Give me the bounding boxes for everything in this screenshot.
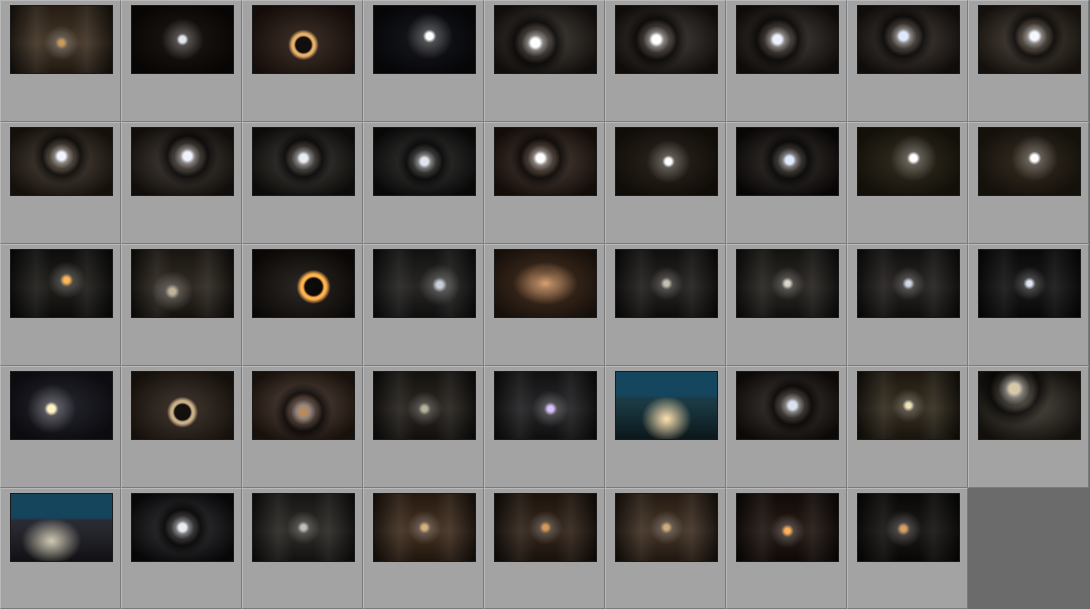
thumbnail-cell[interactable] bbox=[847, 488, 968, 609]
thumbnail-cell[interactable] bbox=[242, 488, 363, 609]
thumbnail-cell[interactable] bbox=[0, 366, 121, 488]
tunnel-thumbnail-image bbox=[252, 493, 355, 562]
tunnel-thumbnail-image bbox=[373, 493, 476, 562]
tunnel-thumbnail-image bbox=[615, 127, 718, 196]
empty-cell bbox=[968, 488, 1089, 609]
tunnel-thumbnail-image bbox=[615, 371, 718, 440]
tunnel-thumbnail-image bbox=[857, 5, 960, 74]
tunnel-thumbnail-image bbox=[10, 249, 113, 318]
tunnel-thumbnail-image bbox=[252, 5, 355, 74]
tunnel-thumbnail-image bbox=[615, 5, 718, 74]
tunnel-thumbnail-image bbox=[373, 5, 476, 74]
thumbnail-cell[interactable] bbox=[242, 122, 363, 244]
thumbnail-cell[interactable] bbox=[121, 0, 242, 122]
thumbnail-cell[interactable] bbox=[0, 0, 121, 122]
thumbnail-cell[interactable] bbox=[0, 122, 121, 244]
tunnel-thumbnail-image bbox=[252, 127, 355, 196]
thumbnail-cell[interactable] bbox=[968, 122, 1089, 244]
thumbnail-cell[interactable] bbox=[847, 122, 968, 244]
tunnel-thumbnail-image bbox=[494, 127, 597, 196]
tunnel-thumbnail-image bbox=[736, 127, 839, 196]
tunnel-thumbnail-image bbox=[494, 493, 597, 562]
thumbnail-cell[interactable] bbox=[605, 244, 726, 366]
tunnel-thumbnail-image bbox=[736, 5, 839, 74]
thumbnail-cell[interactable] bbox=[242, 0, 363, 122]
tunnel-thumbnail-image bbox=[978, 371, 1081, 440]
thumbnail-cell[interactable] bbox=[121, 244, 242, 366]
tunnel-thumbnail-image bbox=[857, 249, 960, 318]
tunnel-thumbnail-image bbox=[10, 127, 113, 196]
tunnel-thumbnail-image bbox=[10, 493, 113, 562]
tunnel-thumbnail-image bbox=[736, 371, 839, 440]
thumbnail-cell[interactable] bbox=[363, 0, 484, 122]
thumbnail-cell[interactable] bbox=[484, 244, 605, 366]
thumbnail-cell[interactable] bbox=[968, 244, 1089, 366]
tunnel-thumbnail-image bbox=[494, 5, 597, 74]
thumbnail-cell[interactable] bbox=[0, 488, 121, 609]
thumbnail-cell[interactable] bbox=[363, 488, 484, 609]
thumbnail-cell[interactable] bbox=[847, 366, 968, 488]
tunnel-thumbnail-image bbox=[252, 249, 355, 318]
thumbnail-cell[interactable] bbox=[726, 0, 847, 122]
thumbnail-cell[interactable] bbox=[363, 122, 484, 244]
tunnel-thumbnail-image bbox=[615, 493, 718, 562]
thumbnail-cell[interactable] bbox=[968, 0, 1089, 122]
tunnel-thumbnail-image bbox=[736, 249, 839, 318]
tunnel-thumbnail-image bbox=[131, 249, 234, 318]
tunnel-thumbnail-image bbox=[615, 249, 718, 318]
tunnel-thumbnail-image bbox=[131, 371, 234, 440]
thumbnail-grid bbox=[0, 0, 1090, 609]
tunnel-thumbnail-image bbox=[857, 371, 960, 440]
thumbnail-cell[interactable] bbox=[121, 122, 242, 244]
thumbnail-cell[interactable] bbox=[726, 488, 847, 609]
tunnel-thumbnail-image bbox=[10, 371, 113, 440]
thumbnail-cell[interactable] bbox=[0, 244, 121, 366]
tunnel-thumbnail-image bbox=[978, 249, 1081, 318]
tunnel-thumbnail-image bbox=[857, 127, 960, 196]
thumbnail-cell[interactable] bbox=[847, 244, 968, 366]
tunnel-thumbnail-image bbox=[373, 127, 476, 196]
thumbnail-cell[interactable] bbox=[726, 122, 847, 244]
thumbnail-cell[interactable] bbox=[484, 488, 605, 609]
tunnel-thumbnail-image bbox=[857, 493, 960, 562]
tunnel-thumbnail-image bbox=[978, 5, 1081, 74]
thumbnail-cell[interactable] bbox=[121, 366, 242, 488]
tunnel-thumbnail-image bbox=[10, 5, 113, 74]
thumbnail-cell[interactable] bbox=[363, 244, 484, 366]
thumbnail-cell[interactable] bbox=[726, 244, 847, 366]
tunnel-thumbnail-image bbox=[494, 249, 597, 318]
thumbnail-cell[interactable] bbox=[605, 122, 726, 244]
thumbnail-cell[interactable] bbox=[484, 0, 605, 122]
tunnel-thumbnail-image bbox=[736, 493, 839, 562]
tunnel-thumbnail-image bbox=[978, 127, 1081, 196]
tunnel-thumbnail-image bbox=[131, 5, 234, 74]
thumbnail-cell[interactable] bbox=[121, 488, 242, 609]
tunnel-thumbnail-image bbox=[252, 371, 355, 440]
thumbnail-cell[interactable] bbox=[605, 488, 726, 609]
thumbnail-cell[interactable] bbox=[363, 366, 484, 488]
tunnel-thumbnail-image bbox=[373, 371, 476, 440]
thumbnail-cell[interactable] bbox=[605, 0, 726, 122]
tunnel-thumbnail-image bbox=[131, 493, 234, 562]
thumbnail-cell[interactable] bbox=[242, 366, 363, 488]
thumbnail-cell[interactable] bbox=[726, 366, 847, 488]
tunnel-thumbnail-image bbox=[494, 371, 597, 440]
thumbnail-cell[interactable] bbox=[484, 122, 605, 244]
thumbnail-cell[interactable] bbox=[968, 366, 1089, 488]
thumbnail-cell[interactable] bbox=[242, 244, 363, 366]
thumbnail-cell[interactable] bbox=[605, 366, 726, 488]
thumbnail-cell[interactable] bbox=[484, 366, 605, 488]
tunnel-thumbnail-image bbox=[131, 127, 234, 196]
thumbnail-cell[interactable] bbox=[847, 0, 968, 122]
tunnel-thumbnail-image bbox=[373, 249, 476, 318]
